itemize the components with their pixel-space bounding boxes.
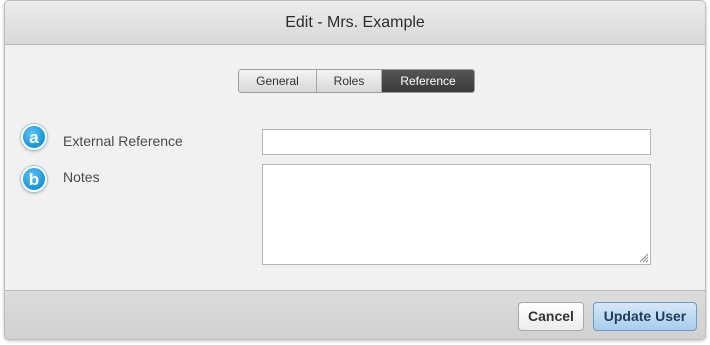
tab-general[interactable]: General	[239, 70, 317, 92]
notes-field-wrapper	[262, 164, 651, 265]
notes-label: Notes	[63, 169, 100, 185]
resize-grip-icon[interactable]	[639, 253, 649, 263]
dialog-title: Edit - Mrs. Example	[285, 14, 425, 31]
update-user-button[interactable]: Update User	[593, 302, 697, 331]
tab-bar: General Roles Reference	[238, 69, 475, 93]
marker-a-icon: a	[21, 124, 47, 150]
edit-user-dialog: Edit - Mrs. Example General Roles Refere…	[4, 0, 706, 340]
external-reference-input[interactable]	[262, 129, 651, 155]
tab-roles[interactable]: Roles	[317, 70, 382, 92]
notes-textarea[interactable]	[262, 164, 651, 265]
external-reference-label: External Reference	[63, 133, 183, 149]
tab-reference[interactable]: Reference	[382, 70, 474, 92]
cancel-button[interactable]: Cancel	[518, 302, 584, 331]
dialog-header: Edit - Mrs. Example	[5, 1, 705, 45]
marker-b-icon: b	[21, 166, 47, 192]
dialog-footer: Cancel Update User	[5, 290, 705, 339]
